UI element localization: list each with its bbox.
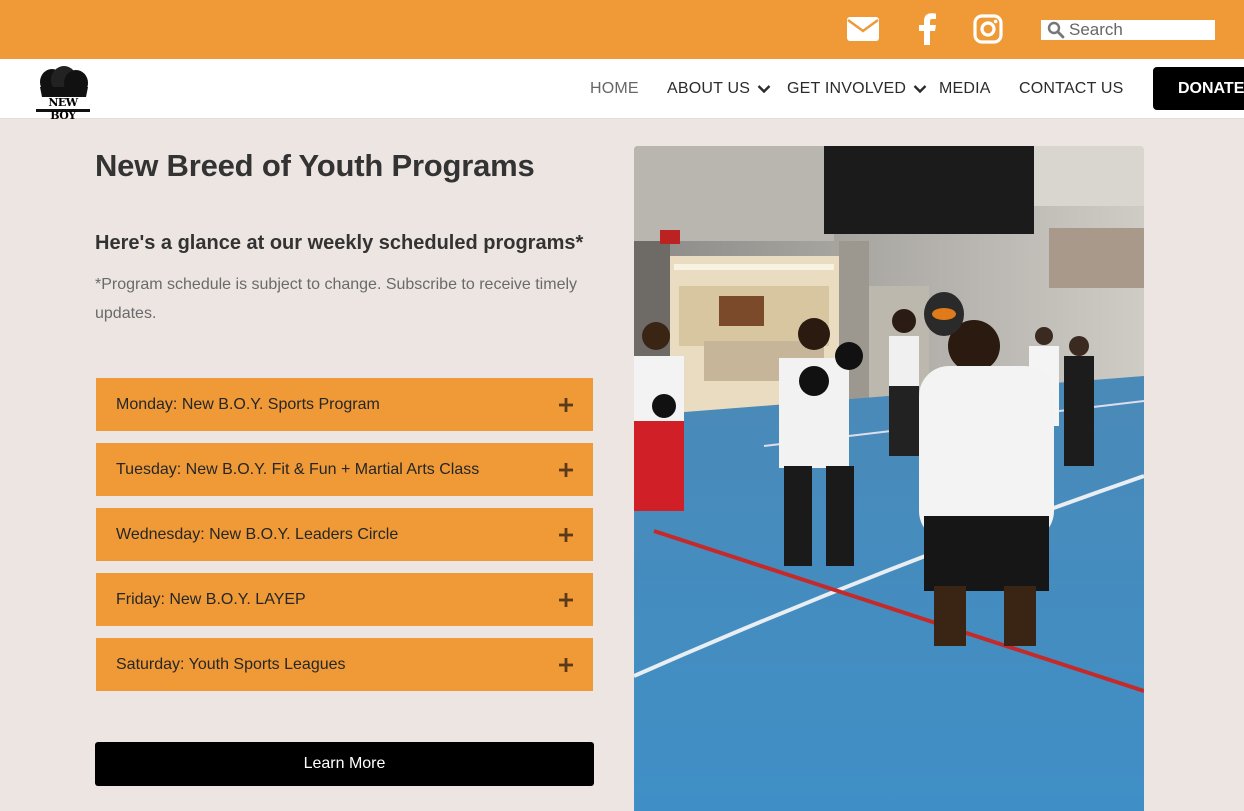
accordion-wednesday[interactable]: Wednesday: New B.O.Y. Leaders Circle [96,508,593,561]
nav-media[interactable]: MEDIA [939,59,991,118]
plus-icon [559,527,573,542]
accordion-label: Wednesday: New B.O.Y. Leaders Circle [116,525,399,543]
schedule-heading: Here's a glance at our weekly scheduled … [95,232,584,254]
page-title: New Breed of Youth Programs [95,148,535,183]
schedule-note: *Program schedule is subject to change. … [95,276,578,322]
search-input[interactable] [1065,20,1209,40]
plus-icon [559,592,573,607]
boxing-class-photo [634,146,1144,811]
donate-label: DONATE [1178,79,1244,97]
facebook-icon[interactable] [910,12,944,46]
accordion-label: Friday: New B.O.Y. LAYEP [116,590,306,608]
nav-media-label: MEDIA [939,79,991,97]
accordion-label: Monday: New B.O.Y. Sports Program [116,395,380,413]
search-box[interactable] [1041,20,1215,40]
plus-icon [559,462,573,477]
accordion-monday[interactable]: Monday: New B.O.Y. Sports Program [96,378,593,431]
nav-about-us[interactable]: ABOUT US [667,59,771,118]
plus-icon [559,397,573,412]
accordion-label: Saturday: Youth Sports Leagues [116,655,346,673]
program-photo [634,146,1144,811]
learn-more-button[interactable]: Learn More [95,742,594,786]
plus-icon [559,657,573,672]
email-icon[interactable] [846,12,880,46]
nav-get-involved[interactable]: GET INVOLVED [787,59,927,118]
nav-home[interactable]: HOME [590,59,639,118]
top-bar [0,0,1244,59]
nav-home-label: HOME [590,79,639,97]
accordion-friday[interactable]: Friday: New B.O.Y. LAYEP [96,573,593,626]
nav-contact-label: CONTACT US [1019,79,1124,97]
learn-more-label: Learn More [303,755,386,772]
instagram-icon[interactable] [971,12,1005,46]
nav-involved-label: GET INVOLVED [787,79,907,97]
logo[interactable]: NEW BOY [34,65,92,122]
logo-text: NEW BOY [48,96,78,122]
donate-button[interactable]: DONATE [1153,67,1244,110]
nav-contact-us[interactable]: CONTACT US [1019,59,1124,118]
nav-about-label: ABOUT US [667,79,751,97]
main-navigation: NEW BOY HOME ABOUT US GET INVOLVED MEDIA… [0,59,1244,122]
search-icon [1047,21,1065,39]
accordion-saturday[interactable]: Saturday: Youth Sports Leagues [96,638,593,691]
accordion-tuesday[interactable]: Tuesday: New B.O.Y. Fit & Fun + Martial … [96,443,593,496]
accordion-label: Tuesday: New B.O.Y. Fit & Fun + Martial … [116,460,480,478]
chevron-down-icon [757,84,771,93]
chevron-down-icon [913,84,927,93]
